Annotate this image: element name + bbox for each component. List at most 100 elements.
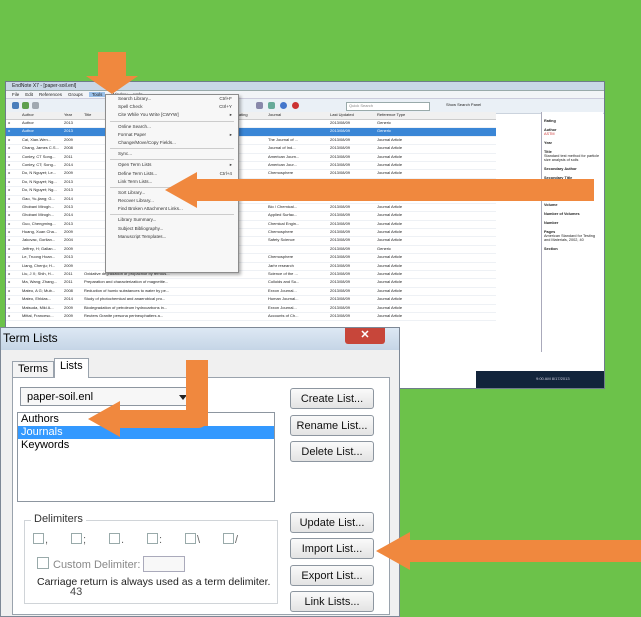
table-cell: Chemical Engin... bbox=[268, 220, 300, 226]
help-icon[interactable] bbox=[292, 102, 299, 109]
column-header[interactable]: Author bbox=[20, 112, 62, 119]
delimiter-checkbox[interactable]: \ bbox=[185, 533, 200, 546]
dialog-title: Term Lists bbox=[3, 331, 58, 345]
menu-item[interactable]: Change/Move/Copy Fields... bbox=[106, 139, 238, 147]
rename-list-button[interactable]: Rename List... bbox=[290, 415, 374, 436]
table-row[interactable]: o Conley, CT; Song... 2014 American Jour...… bbox=[6, 161, 496, 171]
menu-item[interactable]: Open Term Lists ▸ bbox=[106, 161, 238, 169]
update-list-button[interactable]: Update List... bbox=[290, 512, 374, 533]
table-cell: o bbox=[8, 220, 11, 226]
menu-item[interactable]: Library Summary... bbox=[106, 216, 238, 224]
table-row[interactable]: o Conley, CT Song... 2011 American Journ...… bbox=[6, 154, 496, 162]
menu-file[interactable]: File bbox=[12, 92, 19, 97]
column-header[interactable]: Year bbox=[62, 112, 82, 119]
menu-edit[interactable]: Edit bbox=[25, 92, 33, 97]
menu-item[interactable]: Spell Check Ctrl+Y bbox=[106, 103, 238, 111]
show-search-panel-button[interactable]: Show Search Panel bbox=[446, 102, 481, 107]
table-row[interactable]: o Author 2013 2013/08/09 Generic bbox=[6, 120, 496, 129]
table-cell: 2014 bbox=[64, 161, 73, 167]
menu-item[interactable]: Online Search... bbox=[106, 123, 238, 131]
quick-search-input[interactable]: Quick Search bbox=[346, 102, 430, 111]
delimiter-checkbox[interactable]: , bbox=[33, 533, 48, 546]
table-cell: Preparation and characterization of magn… bbox=[84, 279, 169, 285]
menu-item-label: Online Search... bbox=[118, 123, 151, 129]
table-row[interactable]: o Le, Truong Hoan... 2013 Chemosphere 2013/0… bbox=[6, 254, 496, 263]
menu-item-label: Change/Move/Copy Fields... bbox=[118, 139, 176, 145]
delimiter-checkbox[interactable]: / bbox=[223, 533, 238, 546]
table-cell: Exxon Journal... bbox=[268, 287, 297, 293]
table-row[interactable]: o Jakovac, Gorlian... 2004 Safety Science 20… bbox=[6, 237, 496, 246]
menu-item-label: Format Paper bbox=[118, 131, 147, 137]
table-cell: o bbox=[8, 187, 11, 193]
link-lists-button[interactable]: Link Lists... bbox=[290, 591, 374, 612]
table-row[interactable]: o Ma, Wang; Zhang... 2011 Preparation and c… bbox=[6, 279, 496, 288]
delete-list-button[interactable]: Delete List... bbox=[290, 441, 374, 462]
menu-item[interactable]: Manuscript Templates... bbox=[106, 233, 238, 241]
menu-item[interactable]: Format Paper ▸ bbox=[106, 131, 238, 139]
table-cell: Journal Article bbox=[377, 287, 403, 293]
format-icon[interactable] bbox=[268, 102, 275, 109]
table-cell: o bbox=[8, 170, 11, 176]
table-cell: 2013/08/09 bbox=[330, 287, 351, 293]
column-header[interactable]: Journal bbox=[266, 112, 328, 119]
style-icon[interactable] bbox=[32, 102, 39, 109]
delimiter-checkbox[interactable]: ; bbox=[71, 533, 86, 546]
table-cell: Guo, Chengming... bbox=[22, 220, 56, 226]
column-header[interactable] bbox=[6, 112, 20, 119]
table-row[interactable]: o Author 2013 2013/08/09 Generic bbox=[6, 128, 496, 137]
preview-title-value: Standard test method for particle size a… bbox=[544, 154, 600, 162]
menu-item[interactable]: Cite While You Write [CWYW] ▸ bbox=[106, 111, 238, 119]
table-row[interactable]: o Chang, James C.S... 2008 Journal of Ind..… bbox=[6, 145, 496, 154]
table-cell: 2014 bbox=[64, 296, 73, 302]
table-cell: Liang, Chenju; H... bbox=[22, 262, 56, 268]
table-row[interactable]: o Ghobani Mirogh... 2014 Applied Surfac... 2… bbox=[6, 212, 496, 221]
table-cell: Journal Article bbox=[377, 212, 403, 218]
menu-groups[interactable]: Groups bbox=[68, 92, 83, 97]
delimiter-checkbox[interactable]: . bbox=[109, 533, 124, 546]
online-search-icon[interactable] bbox=[280, 102, 287, 109]
table-row[interactable]: o Do, N Nguyet; Le... 2009 Chemosphere 2013/… bbox=[6, 170, 496, 179]
table-cell: 2013/08/09 bbox=[330, 136, 351, 142]
export-list-button[interactable]: Export List... bbox=[290, 565, 374, 586]
table-row[interactable]: o Liang, Chenju; H... 2009 Jarhr research 20… bbox=[6, 262, 496, 272]
sync-icon[interactable] bbox=[22, 102, 29, 109]
menu-item[interactable]: Subject Bibliography... bbox=[106, 225, 238, 233]
table-cell: 2013/08/09 bbox=[330, 296, 351, 302]
layout-icon[interactable] bbox=[12, 102, 19, 109]
menu-item[interactable]: Sync... bbox=[106, 150, 238, 158]
insert-citation-icon[interactable] bbox=[256, 102, 263, 109]
menu-references[interactable]: References bbox=[39, 92, 62, 97]
preview-field-label: Number bbox=[544, 221, 559, 225]
table-cell: 2013/08/09 bbox=[330, 145, 351, 151]
custom-delimiter-input[interactable] bbox=[143, 556, 185, 572]
table-row[interactable]: o Ghobani Mirogh... 2013 Bio / Chemical... 2… bbox=[6, 204, 496, 213]
table-row[interactable]: o Guo, Chengming... 2013 Chemical Engin... 2… bbox=[6, 220, 496, 230]
table-cell: Science of the ... bbox=[268, 271, 298, 277]
list-item[interactable]: Keywords bbox=[18, 439, 274, 452]
table-cell: Le, Truong Hoan... bbox=[22, 254, 56, 260]
table-cell: Do, N Nguyet; Ng... bbox=[22, 178, 57, 184]
table-cell: o bbox=[8, 237, 11, 243]
table-row[interactable]: o Liu, J X; Shih, H... 2011 Oxidative degra… bbox=[6, 271, 496, 280]
table-cell: Gao, Yu-jiang; G... bbox=[22, 195, 55, 201]
table-row[interactable]: o Jeffrey, H; Gallan... 2009 2013/08/09 Gene… bbox=[6, 246, 496, 255]
tab-terms[interactable]: Terms bbox=[12, 361, 54, 377]
custom-delimiter-checkbox[interactable]: Custom Delimiter: bbox=[37, 557, 140, 571]
tab-lists[interactable]: Lists bbox=[54, 358, 89, 378]
table-row[interactable]: o Mittal, Francesc... 2009 Reuters Granite … bbox=[6, 313, 496, 322]
create-list-button[interactable]: Create List... bbox=[290, 388, 374, 409]
delimiter-checkbox[interactable]: : bbox=[147, 533, 162, 546]
table-row[interactable]: o Huang, Xuan Cha... 2009 Chemosphere 2013/0… bbox=[6, 229, 496, 238]
dialog-titlebar: Term Lists ✕ bbox=[1, 328, 399, 350]
close-icon[interactable]: ✕ bbox=[345, 328, 385, 344]
table-row[interactable]: o Cai, Xian-Wen... 2009 The Journal of ... 2… bbox=[6, 136, 496, 146]
table-row[interactable]: o Matsuda, Miki A... 2009 Biodegradation of… bbox=[6, 305, 496, 313]
menu-item-label: Link Term Lists... bbox=[118, 178, 153, 184]
import-list-button[interactable]: Import List... bbox=[290, 538, 374, 559]
menu-item[interactable]: Search Library... Ctrl+F bbox=[106, 95, 238, 103]
table-cell: Study of photochemical and anaerobical p… bbox=[84, 296, 166, 302]
table-row[interactable]: o Mateo, Ehldas... 2014 Study of photochemi… bbox=[6, 296, 496, 305]
table-row[interactable]: o Mateo, A G; Mub... 2008 Reduction of humi… bbox=[6, 287, 496, 297]
column-header[interactable]: Last Updated bbox=[328, 112, 375, 119]
column-header[interactable]: Reference Type bbox=[375, 112, 437, 119]
